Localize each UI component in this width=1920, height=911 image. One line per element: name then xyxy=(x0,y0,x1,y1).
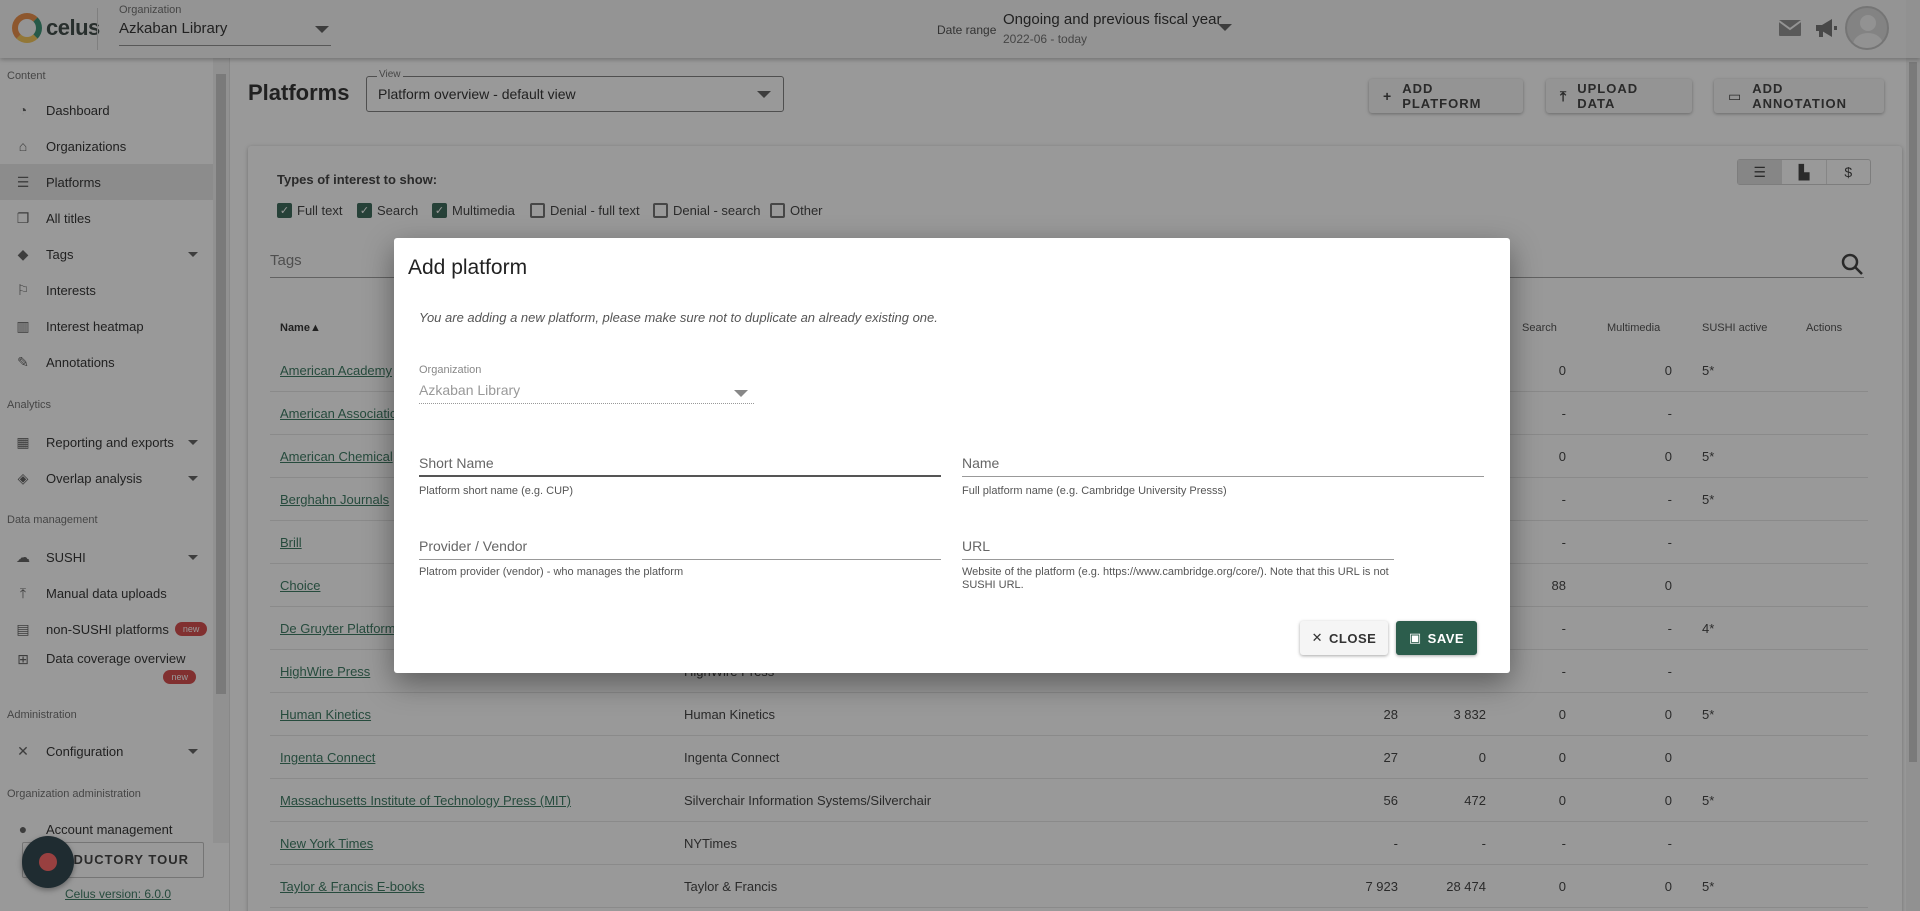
name-hint: Full platform name (e.g. Cambridge Unive… xyxy=(962,485,1227,497)
close-button[interactable]: ✕ CLOSE xyxy=(1300,621,1388,655)
dialog-organization-select: Organization Azkaban Library xyxy=(419,364,754,404)
floppy-icon: ▣ xyxy=(1408,630,1422,645)
short-name-field[interactable] xyxy=(419,451,941,477)
provider-input[interactable] xyxy=(419,534,941,558)
provider-hint: Platrom provider (vendor) - who manages … xyxy=(419,566,684,578)
organization-label: Organization xyxy=(419,364,482,376)
provider-field[interactable] xyxy=(419,534,941,560)
short-name-input[interactable] xyxy=(419,451,941,475)
chevron-down-icon xyxy=(734,390,748,397)
short-name-hint: Platform short name (e.g. CUP) xyxy=(419,485,574,497)
url-input[interactable] xyxy=(962,534,1394,558)
save-label: SAVE xyxy=(1427,630,1465,646)
url-hint: Website of the platform (e.g. https://ww… xyxy=(962,566,1389,591)
url-field[interactable] xyxy=(962,534,1394,560)
add-platform-dialog: Add platform You are adding a new platfo… xyxy=(394,238,1510,673)
dialog-title: Add platform xyxy=(408,256,528,279)
close-label: CLOSE xyxy=(1329,630,1377,646)
name-field[interactable] xyxy=(962,451,1484,477)
organization-value: Azkaban Library xyxy=(419,382,521,398)
save-button[interactable]: ▣ SAVE xyxy=(1396,621,1477,655)
name-input[interactable] xyxy=(962,451,1484,475)
dialog-note: You are adding a new platform, please ma… xyxy=(419,310,938,325)
close-icon: ✕ xyxy=(1311,630,1324,645)
